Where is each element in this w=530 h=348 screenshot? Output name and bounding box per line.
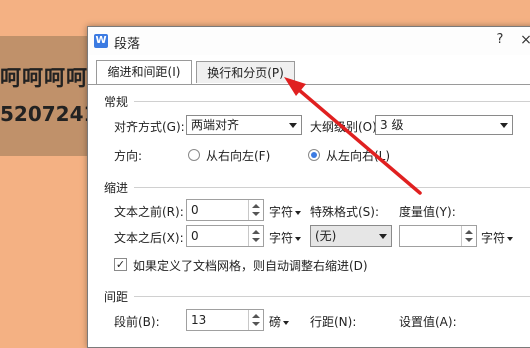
measure-unit: 字符: [481, 231, 506, 245]
rtl-radio[interactable]: [188, 149, 200, 161]
chevron-down-icon: [295, 210, 302, 215]
spacing-section-rule: [134, 296, 530, 297]
chevron-down-icon: [289, 123, 297, 128]
special-format-label: 特殊格式(S):: [310, 205, 380, 219]
indent-after-value: 0: [191, 229, 199, 243]
outline-level-value: 3 级: [380, 118, 404, 132]
indent-section-title: 缩进: [104, 181, 129, 195]
stepper-buttons[interactable]: [461, 226, 476, 246]
general-section-rule: [134, 101, 530, 102]
indent-before-label: 文本之前(R):: [114, 205, 184, 219]
document-background-strip: [0, 36, 100, 156]
indent-before-stepper[interactable]: 0: [186, 199, 264, 221]
paragraph-dialog: W 段落 ? × 缩进和间距(I) 换行和分页(P) 常规 对齐方式(G): 两…: [87, 26, 530, 348]
indent-before-value: 0: [191, 203, 199, 217]
outline-level-label: 大纲级别(O):: [310, 120, 381, 134]
document-text-line-1: 呵呵呵呵: [0, 66, 88, 90]
chevron-up-icon[interactable]: [252, 314, 260, 318]
dialog-titlebar[interactable]: W 段落 ? ×: [88, 27, 530, 55]
stepper-buttons[interactable]: [248, 200, 263, 220]
close-button[interactable]: ×: [518, 32, 530, 48]
alignment-dropdown[interactable]: 两端对齐: [186, 115, 302, 135]
setting-value-label: 设置值(A):: [399, 315, 457, 329]
outline-level-dropdown[interactable]: 3 级: [375, 115, 513, 135]
chevron-down-icon: [295, 236, 302, 241]
direction-label: 方向:: [114, 149, 143, 163]
chevron-down-icon[interactable]: [465, 238, 473, 242]
chevron-down-icon[interactable]: [252, 238, 260, 242]
indent-before-unit-dropdown[interactable]: 字符: [269, 203, 302, 220]
alignment-label: 对齐方式(G):: [114, 120, 185, 134]
space-before-unit-dropdown[interactable]: 磅: [269, 313, 290, 330]
auto-adjust-right-indent-label[interactable]: 如果定义了文档网格，则自动调整右缩进(D): [133, 257, 368, 274]
tabs-divider: [88, 84, 530, 85]
wps-writer-icon: W: [94, 34, 108, 48]
indent-after-unit-dropdown[interactable]: 字符: [269, 229, 302, 246]
chevron-up-icon[interactable]: [252, 230, 260, 234]
chevron-up-icon[interactable]: [252, 204, 260, 208]
measure-stepper[interactable]: [399, 225, 477, 247]
ltr-radio[interactable]: [308, 149, 320, 161]
general-section-title: 常规: [104, 95, 129, 109]
line-spacing-label: 行距(N):: [310, 315, 357, 329]
indent-after-unit: 字符: [269, 231, 294, 245]
spacing-section-title: 间距: [104, 290, 129, 304]
indent-section-rule: [134, 187, 530, 188]
space-before-value: 13: [191, 313, 207, 327]
measure-unit-dropdown[interactable]: 字符: [481, 229, 514, 246]
special-format-dropdown[interactable]: (无): [310, 225, 392, 247]
space-before-label: 段前(B):: [114, 315, 160, 329]
chevron-down-icon: [500, 123, 508, 128]
tab-line-and-page-breaks[interactable]: 换行和分页(P): [196, 61, 295, 83]
indent-before-unit: 字符: [269, 205, 294, 219]
tab-indent-and-spacing[interactable]: 缩进和间距(I): [96, 60, 192, 84]
dialog-title: 段落: [114, 37, 141, 52]
alignment-value: 两端对齐: [191, 118, 240, 132]
indent-after-stepper[interactable]: 0: [186, 225, 264, 247]
rtl-radio-label[interactable]: 从右向左(F): [206, 147, 270, 164]
chevron-down-icon: [507, 236, 514, 241]
chevron-down-icon[interactable]: [252, 212, 260, 216]
measure-label: 度量值(Y):: [399, 205, 456, 219]
stepper-buttons[interactable]: [248, 226, 263, 246]
indent-after-label: 文本之后(X):: [114, 231, 184, 245]
help-button[interactable]: ?: [492, 32, 508, 48]
stepper-buttons[interactable]: [248, 310, 263, 330]
space-before-stepper[interactable]: 13: [186, 309, 264, 331]
auto-adjust-right-indent-checkbox[interactable]: ✓: [114, 258, 127, 271]
chevron-up-icon[interactable]: [465, 230, 473, 234]
ltr-radio-label[interactable]: 从左向右(L): [326, 147, 390, 164]
chevron-down-icon: [283, 320, 290, 325]
chevron-down-icon: [379, 234, 387, 239]
special-format-value: (无): [315, 229, 337, 243]
chevron-down-icon[interactable]: [252, 322, 260, 326]
